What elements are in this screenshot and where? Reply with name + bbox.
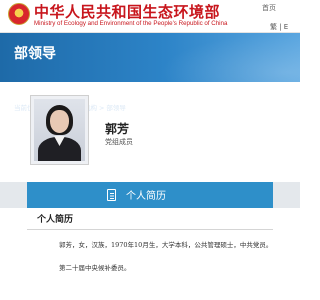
section-divider	[27, 229, 273, 230]
tab-resume-label: 个人简历	[126, 191, 166, 202]
section-title: 个人简历	[37, 215, 74, 225]
tab-resume[interactable]: 个人简历	[27, 182, 273, 208]
language-links[interactable]: 繁 | E	[270, 22, 288, 32]
national-emblem-icon	[8, 3, 30, 25]
page-banner: 部领导 当前位置：首页>组织机构>部领导	[0, 33, 300, 112]
breadcrumb-separator: >	[98, 104, 105, 112]
person-role: 党组成员	[105, 138, 133, 146]
page-title: 部领导	[14, 46, 56, 62]
tab-bar: 个人简历	[0, 182, 300, 208]
person-name: 郭芳	[105, 122, 130, 136]
document-icon	[107, 189, 116, 201]
bio-line: 郭芳，女，汉族，1970年10月生，大学本科，公共管理硕士，中共党员。	[59, 241, 273, 249]
bio-line: 第二十届中央候补委员。	[59, 264, 131, 272]
breadcrumb-leaders[interactable]: 部领导	[106, 104, 126, 112]
site-header: 中华人民共和国生态环境部 Ministry of Ecology and Env…	[0, 0, 300, 33]
site-subtitle: Ministry of Ecology and Environment of t…	[34, 20, 228, 27]
home-link[interactable]: 首页	[262, 3, 276, 13]
profile-photo	[34, 99, 85, 161]
profile-photo-frame	[30, 95, 89, 165]
site-title[interactable]: 中华人民共和国生态环境部	[34, 1, 220, 22]
